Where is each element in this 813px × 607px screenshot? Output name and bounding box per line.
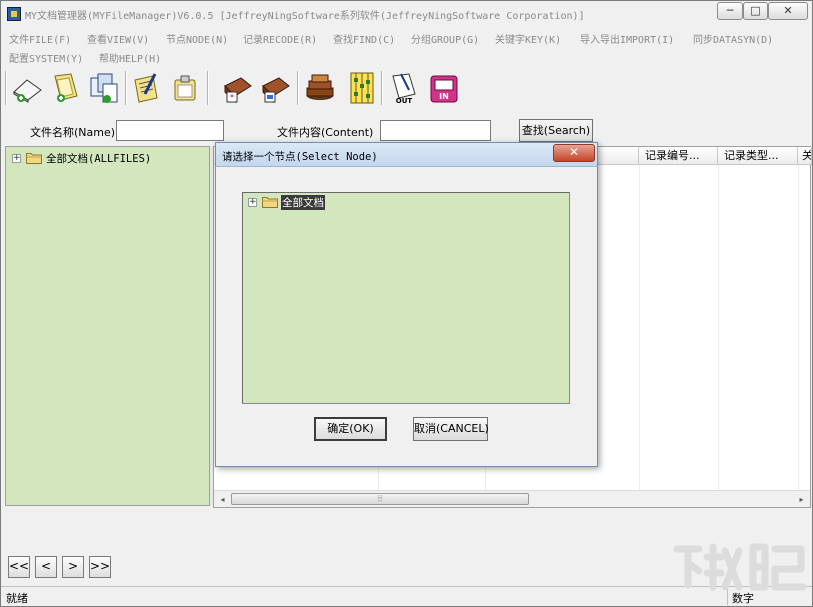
name-label: 文件名称(Name): [30, 124, 115, 140]
window-title: MY文档管理器(MYFileManager)V6.0.5 [JeffreyNin…: [25, 7, 585, 22]
column-header-key[interactable]: 关: [798, 147, 812, 165]
book-new-icon[interactable]: *: [221, 70, 255, 106]
edit-icon[interactable]: [131, 70, 165, 106]
scroll-thumb[interactable]: ⦙⦙⦙: [231, 493, 529, 505]
horizontal-scrollbar[interactable]: ◂ ⦙⦙⦙ ▸: [214, 490, 810, 507]
import-label: IN: [439, 92, 449, 101]
menu-key[interactable]: 关键字KEY(K): [495, 31, 561, 46]
tree-node-allfiles[interactable]: + 全部文档(ALLFILES): [10, 150, 200, 166]
grid-line: [798, 165, 799, 490]
paste-icon[interactable]: [169, 70, 203, 106]
content-label: 文件内容(Content): [277, 124, 373, 140]
menu-view[interactable]: 查看VIEW(V): [87, 31, 149, 46]
abacus-icon[interactable]: [345, 70, 379, 106]
prev-page-button[interactable]: <: [35, 556, 57, 578]
dialog-title: 请选择一个节点(Select Node): [222, 149, 378, 164]
toolbar-separator: [5, 71, 7, 105]
name-search-input[interactable]: [116, 120, 224, 141]
scroll-right-icon[interactable]: ▸: [793, 491, 810, 508]
menu-import[interactable]: 导入导出IMPORT(I): [580, 31, 674, 46]
ok-button[interactable]: 确定(OK): [314, 417, 387, 441]
folder-icon: [262, 196, 278, 208]
add-folder-icon[interactable]: [49, 70, 83, 106]
toolbar-separator: [381, 71, 383, 105]
search-button[interactable]: 查找(Search): [519, 119, 593, 142]
export-out-icon[interactable]: OUT: [387, 70, 421, 106]
tree-node-label: 全部文档: [281, 195, 325, 210]
grid-line: [639, 165, 640, 490]
new-doc-icon[interactable]: [11, 70, 45, 106]
toolbar-separator: [297, 71, 299, 105]
tree-node-label: 全部文档(ALLFILES): [46, 151, 151, 166]
content-search-input[interactable]: [380, 120, 491, 141]
menu-file[interactable]: 文件FILE(F): [9, 31, 71, 46]
watermark-logo: [669, 539, 809, 595]
svg-text:*: *: [230, 93, 234, 102]
search-bar: 文件名称(Name) 文件内容(Content) 查找(Search): [1, 118, 812, 144]
select-node-dialog: 请选择一个节点(Select Node) ✕ + 全部文档 确定(OK) 取消(…: [215, 142, 598, 467]
maximize-button[interactable]: □: [743, 2, 768, 20]
menu-help[interactable]: 帮助HELP(H): [99, 50, 161, 65]
menu-datasyn[interactable]: 同步DATASYN(D): [693, 31, 773, 46]
first-page-button[interactable]: <<: [8, 556, 30, 578]
folder-tree: + 全部文档(ALLFILES): [5, 146, 210, 506]
column-header-record-id[interactable]: 记录编号...: [639, 147, 718, 165]
menu-record[interactable]: 记录RECODE(R): [243, 31, 317, 46]
title-bar: MY文档管理器(MYFileManager)V6.0.5 [JeffreyNin…: [1, 1, 812, 27]
next-page-button[interactable]: >: [62, 556, 84, 578]
grid-line: [718, 165, 719, 490]
main-window: MY文档管理器(MYFileManager)V6.0.5 [JeffreyNin…: [0, 0, 813, 607]
close-button[interactable]: ✕: [768, 2, 808, 20]
dialog-close-button[interactable]: ✕: [553, 144, 595, 162]
tree-node-all-documents[interactable]: + 全部文档: [246, 194, 366, 210]
last-page-button[interactable]: >>: [89, 556, 111, 578]
scroll-left-icon[interactable]: ◂: [214, 491, 231, 508]
book-open-icon[interactable]: [259, 70, 293, 106]
menu-node[interactable]: 节点NODE(N): [166, 31, 228, 46]
toolbar-separator: [207, 71, 209, 105]
import-in-icon[interactable]: IN: [427, 70, 461, 106]
app-icon: [7, 7, 21, 21]
menu-group[interactable]: 分组GROUP(G): [411, 31, 479, 46]
cancel-button[interactable]: 取消(CANCEL): [413, 417, 488, 441]
menu-find[interactable]: 查找FIND(C): [333, 31, 395, 46]
minimize-button[interactable]: ─: [717, 2, 743, 20]
dialog-title-bar: 请选择一个节点(Select Node) ✕: [216, 143, 597, 167]
expand-icon[interactable]: +: [12, 154, 21, 163]
folder-icon: [26, 152, 42, 164]
column-header-record-type[interactable]: 记录类型...: [718, 147, 798, 165]
toolbar: * OUT IN: [5, 67, 465, 109]
books-icon[interactable]: [303, 70, 337, 106]
status-text: 就绪: [6, 590, 28, 606]
expand-icon[interactable]: +: [248, 198, 257, 207]
export-label: OUT: [396, 97, 413, 105]
menu-system[interactable]: 配置SYSTEM(Y): [9, 50, 83, 65]
copy-icon[interactable]: [87, 70, 121, 106]
node-tree: + 全部文档: [242, 192, 570, 404]
menu-bar: 文件FILE(F) 查看VIEW(V) 节点NODE(N) 记录RECODE(R…: [1, 27, 812, 67]
toolbar-separator: [125, 71, 127, 105]
